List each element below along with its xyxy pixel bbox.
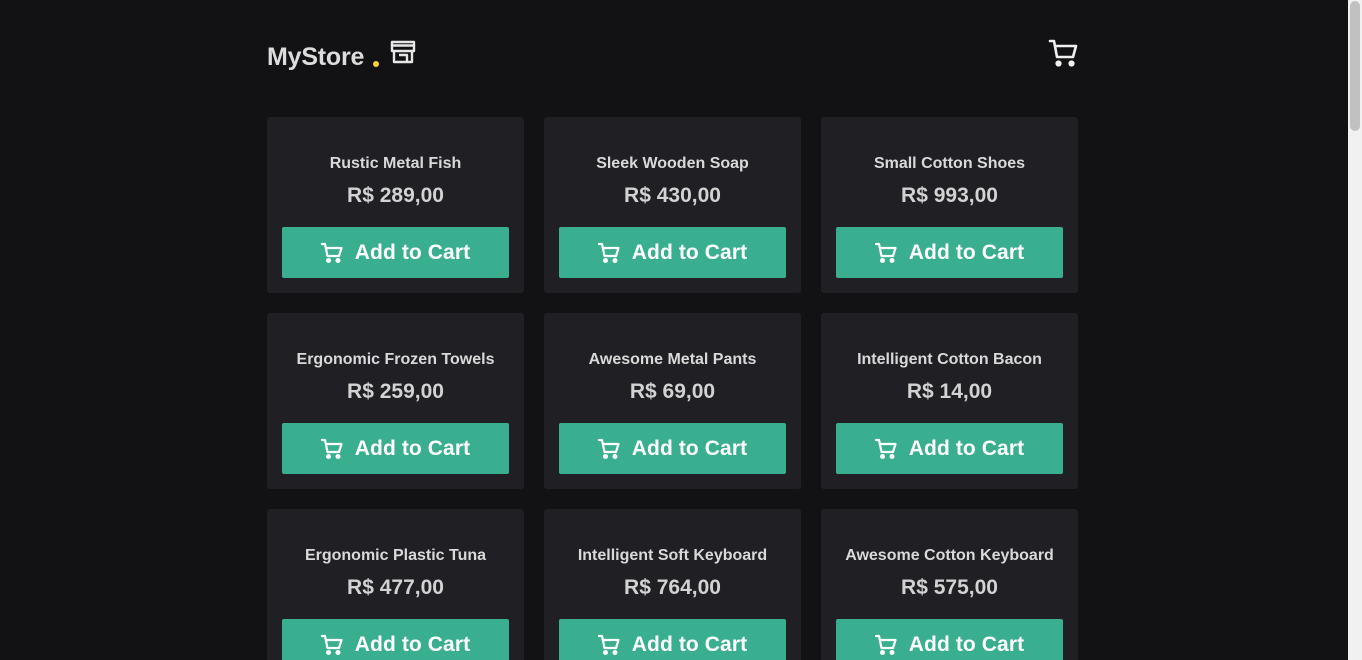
add-to-cart-label: Add to Cart	[354, 436, 471, 460]
page: MyStore Rustic Metal Fish R$ 289,00 Add …	[0, 0, 1362, 660]
cart-icon	[597, 242, 620, 264]
add-to-cart-label: Add to Cart	[631, 436, 748, 460]
product-card: Small Cotton Shoes R$ 993,00 Add to Cart	[821, 117, 1078, 293]
add-to-cart-button[interactable]: Add to Cart	[836, 227, 1063, 278]
add-to-cart-button[interactable]: Add to Cart	[836, 619, 1063, 660]
add-to-cart-button[interactable]: Add to Cart	[836, 423, 1063, 474]
cart-icon	[597, 634, 620, 656]
product-name: Sleek Wooden Soap	[596, 155, 749, 172]
add-to-cart-button[interactable]: Add to Cart	[282, 423, 509, 474]
cart-icon	[320, 242, 343, 264]
cart-icon	[874, 242, 897, 264]
product-price: R$ 430,00	[624, 184, 721, 207]
add-to-cart-button[interactable]: Add to Cart	[282, 227, 509, 278]
product-grid: Rustic Metal Fish R$ 289,00 Add to Cart …	[267, 117, 1078, 660]
cart-icon[interactable]	[1048, 38, 1078, 68]
product-card: Intelligent Soft Keyboard R$ 764,00 Add …	[544, 509, 801, 660]
brand-dot	[373, 61, 380, 67]
product-name: Ergonomic Plastic Tuna	[304, 547, 487, 564]
product-price: R$ 575,00	[901, 576, 998, 599]
cart-icon	[320, 438, 343, 460]
product-price: R$ 259,00	[347, 380, 444, 403]
product-card: Rustic Metal Fish R$ 289,00 Add to Cart	[267, 117, 524, 293]
store-icon	[390, 40, 416, 64]
product-name: Intelligent Cotton Bacon	[857, 351, 1042, 368]
cart-icon	[320, 634, 343, 656]
add-to-cart-label: Add to Cart	[908, 436, 1025, 460]
add-to-cart-button[interactable]: Add to Cart	[282, 619, 509, 660]
product-card: Ergonomic Frozen Towels R$ 259,00 Add to…	[267, 313, 524, 489]
add-to-cart-label: Add to Cart	[631, 632, 748, 656]
product-card: Awesome Metal Pants R$ 69,00 Add to Cart	[544, 313, 801, 489]
product-card: Intelligent Cotton Bacon R$ 14,00 Add to…	[821, 313, 1078, 489]
product-name: Rustic Metal Fish	[329, 155, 462, 172]
product-card: Awesome Cotton Keyboard R$ 575,00 Add to…	[821, 509, 1078, 660]
add-to-cart-button[interactable]: Add to Cart	[559, 423, 786, 474]
header: MyStore	[267, 0, 1078, 117]
add-to-cart-button[interactable]: Add to Cart	[559, 619, 786, 660]
add-to-cart-label: Add to Cart	[908, 632, 1025, 656]
product-price: R$ 477,00	[347, 576, 444, 599]
cart-icon	[597, 438, 620, 460]
product-name: Intelligent Soft Keyboard	[577, 547, 768, 564]
vertical-scrollbar[interactable]	[1348, 0, 1362, 660]
brand-name: MyStore	[267, 43, 365, 71]
brand-logo[interactable]: MyStore	[267, 40, 380, 74]
add-to-cart-label: Add to Cart	[354, 632, 471, 656]
product-price: R$ 289,00	[347, 184, 444, 207]
cart-icon	[874, 634, 897, 656]
product-name: Awesome Metal Pants	[588, 351, 757, 368]
add-to-cart-label: Add to Cart	[354, 240, 471, 264]
scrollbar-thumb[interactable]	[1350, 1, 1360, 131]
product-name: Small Cotton Shoes	[873, 155, 1026, 172]
add-to-cart-button[interactable]: Add to Cart	[559, 227, 786, 278]
product-card: Ergonomic Plastic Tuna R$ 477,00 Add to …	[267, 509, 524, 660]
product-card: Sleek Wooden Soap R$ 430,00 Add to Cart	[544, 117, 801, 293]
product-price: R$ 14,00	[906, 380, 993, 403]
add-to-cart-label: Add to Cart	[908, 240, 1025, 264]
cart-icon	[874, 438, 897, 460]
product-price: R$ 69,00	[629, 380, 716, 403]
product-name: Ergonomic Frozen Towels	[296, 351, 495, 368]
add-to-cart-label: Add to Cart	[631, 240, 748, 264]
product-name: Awesome Cotton Keyboard	[845, 547, 1054, 564]
store-container: MyStore Rustic Metal Fish R$ 289,00 Add …	[267, 0, 1078, 660]
product-price: R$ 764,00	[624, 576, 721, 599]
product-price: R$ 993,00	[901, 184, 998, 207]
